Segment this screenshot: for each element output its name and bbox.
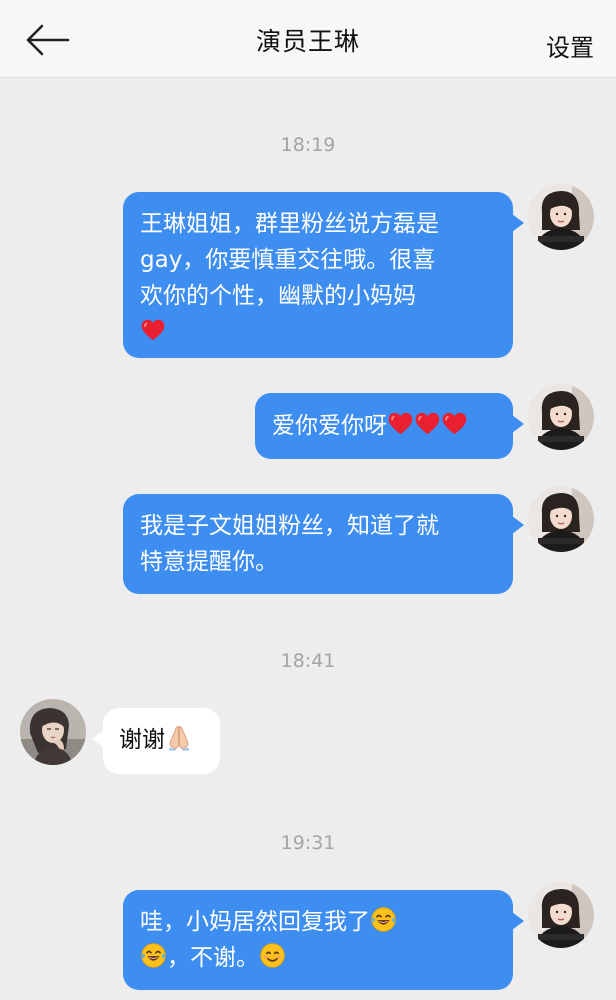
my-avatar[interactable] [528, 184, 594, 250]
message-bubble-sent[interactable]: 我是子文姐姐粉丝，知道了就 特意提醒你。 [123, 494, 524, 594]
timestamp: 18:41 [280, 650, 336, 672]
message-text-line: 特意提醒你。 [140, 549, 278, 575]
message-text-line: 我是子文姐姐粉丝，知道了就 [140, 513, 439, 539]
message-bubble-sent[interactable]: 哇，小妈居然回复我了 ，不谢。 [123, 890, 524, 990]
my-avatar[interactable] [528, 486, 594, 552]
message-text-line: ，不谢。 [167, 945, 259, 971]
my-avatar[interactable] [528, 882, 594, 948]
message-text: 爱你爱你呀 [272, 413, 387, 439]
message-bubble-sent[interactable]: 爱你爱你呀 [255, 393, 524, 459]
red-heart-icon [414, 410, 441, 437]
folded-hands-icon [165, 723, 193, 751]
message-text: 谢谢 [119, 727, 165, 753]
top-bar: 演员王琳 设置 [0, 0, 616, 78]
message-text-line: 欢你的个性，幽默的小妈妈 [140, 283, 416, 309]
red-heart-icon [140, 317, 166, 343]
red-heart-icon [441, 410, 468, 437]
timestamp: 18:19 [280, 134, 336, 156]
tears-of-joy-icon [370, 906, 397, 933]
message-text-line: 王琳姐姐，群里粉丝说方磊是 [140, 211, 439, 237]
message-bubble-received[interactable]: 谢谢 [92, 708, 220, 774]
chat-title: 演员王琳 [255, 27, 360, 56]
timestamp: 19:31 [280, 832, 336, 854]
red-heart-icon [387, 410, 414, 437]
contact-avatar[interactable] [20, 699, 86, 765]
message-bubble-sent[interactable]: 王琳姐姐，群里粉丝说方磊是 gay，你要慎重交往哦。很喜 欢你的个性，幽默的小妈… [123, 192, 524, 358]
settings-button[interactable]: 设置 [546, 28, 594, 63]
message-text-line: 哇，小妈居然回复我了 [140, 909, 370, 935]
message-text-line: gay，你要慎重交往哦。很喜 [140, 247, 436, 273]
smiling-face-icon [259, 942, 286, 969]
tears-of-joy-icon [140, 942, 167, 969]
my-avatar[interactable] [528, 384, 594, 450]
